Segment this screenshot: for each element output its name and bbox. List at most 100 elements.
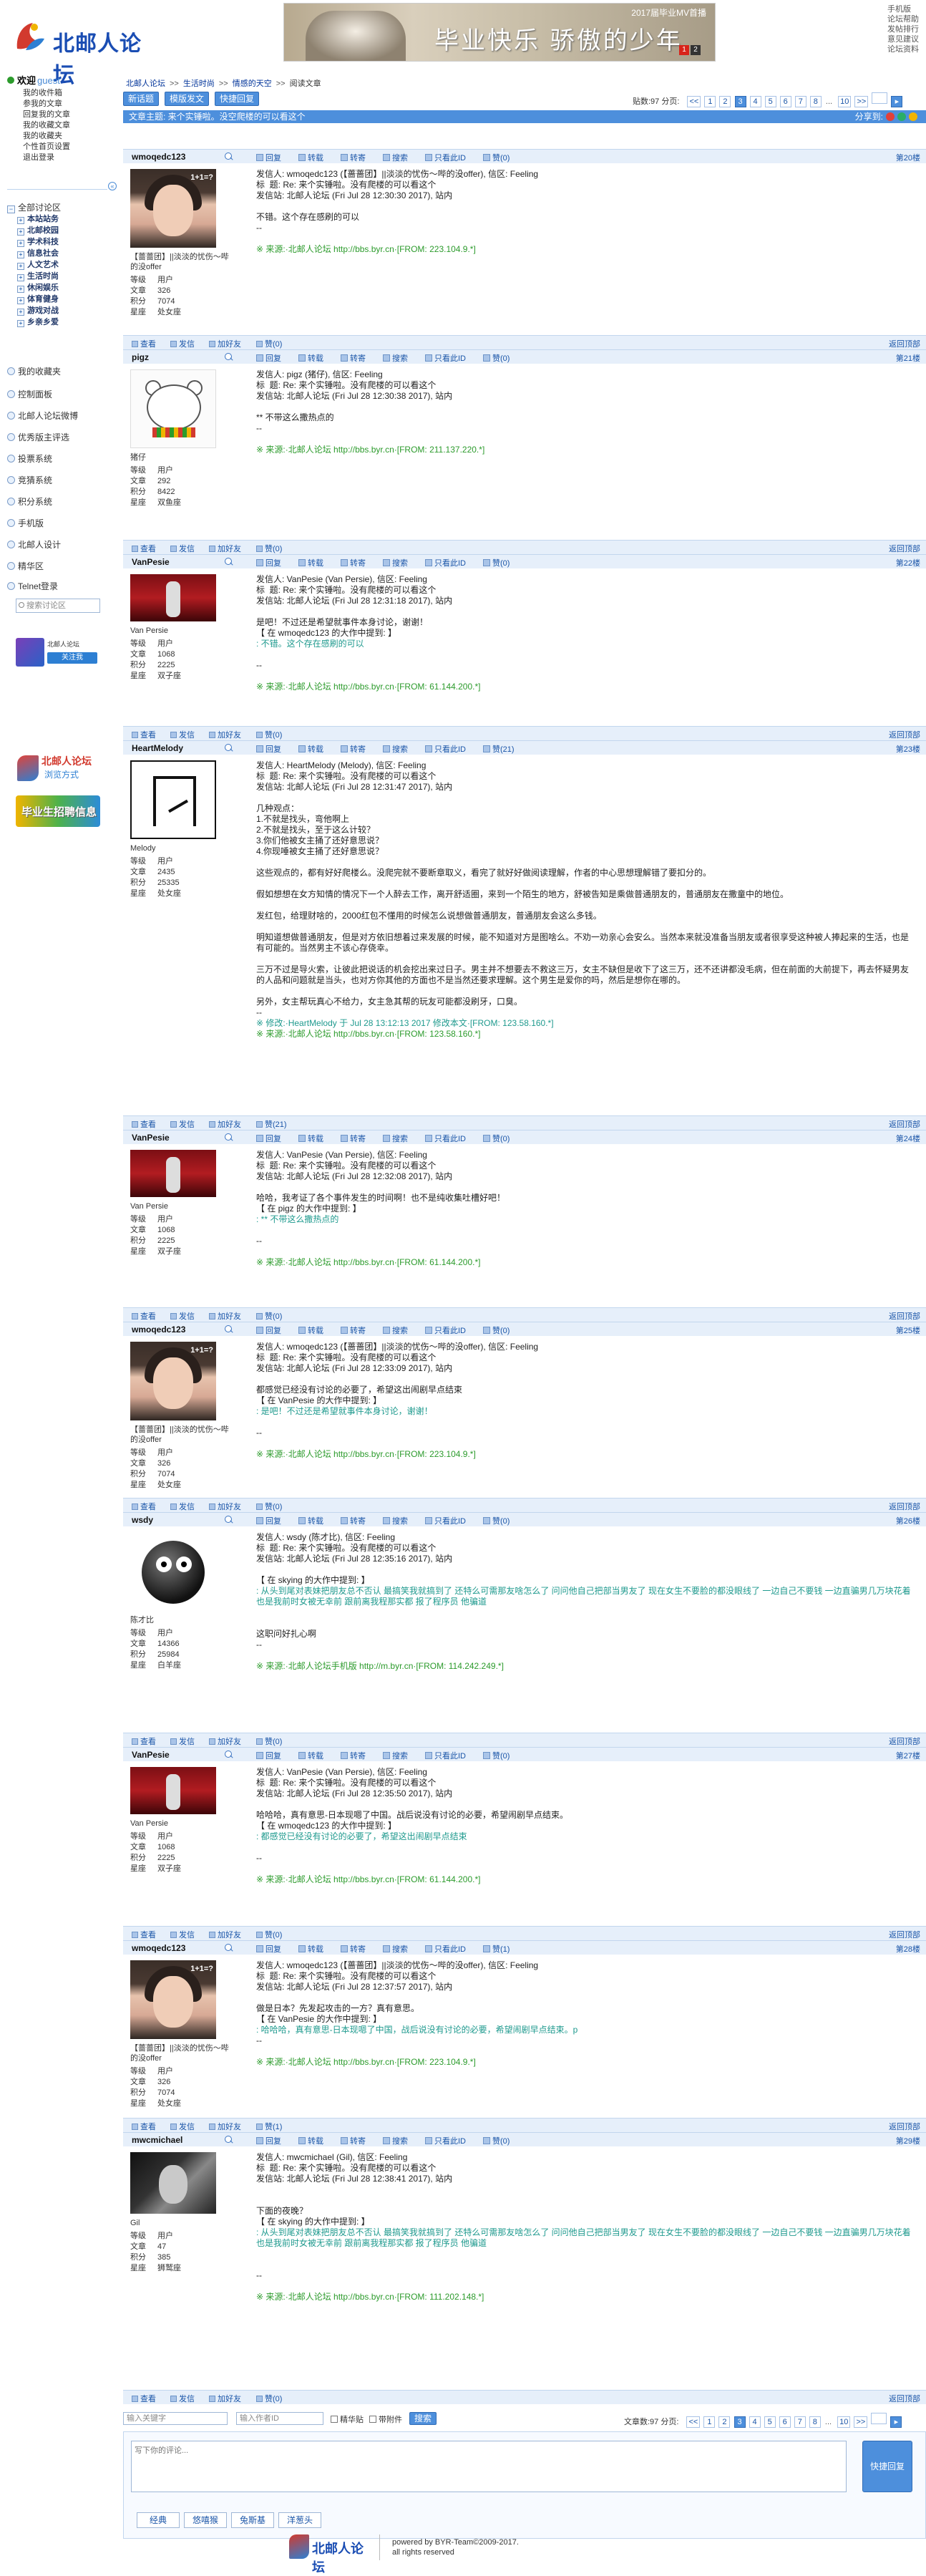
- search-button[interactable]: 搜索: [383, 1327, 416, 1335]
- add-friend-button[interactable]: 加好友: [209, 1931, 248, 1940]
- search-button[interactable]: 搜索: [383, 1517, 416, 1526]
- qzone-share-icon[interactable]: [909, 112, 917, 121]
- search-button[interactable]: 搜索: [409, 2412, 437, 2425]
- reply-button[interactable]: 回复: [256, 1327, 290, 1335]
- view-profile-button[interactable]: 查看: [132, 1120, 163, 1129]
- user-search-icon[interactable]: [225, 744, 232, 751]
- quick-reply-button[interactable]: 快捷回复: [215, 92, 260, 106]
- only-this-id-button[interactable]: 只看此ID: [425, 1945, 474, 1954]
- send-message-button[interactable]: 发信: [170, 340, 202, 349]
- board-search-input[interactable]: 搜索讨论区: [16, 599, 100, 613]
- add-friend-button[interactable]: 加好友: [209, 545, 248, 553]
- page-link[interactable]: 1: [703, 2416, 716, 2428]
- collapse-sidebar-icon[interactable]: «: [108, 182, 117, 190]
- forward-button[interactable]: 转寄: [341, 559, 374, 568]
- post-author[interactable]: VanPesie: [132, 557, 170, 567]
- view-profile-button[interactable]: 查看: [132, 2395, 163, 2403]
- reply-button[interactable]: 回复: [256, 354, 290, 363]
- search-button[interactable]: 搜索: [383, 354, 416, 363]
- like-button[interactable]: 赞(0): [256, 543, 282, 554]
- sidebar-item-guess[interactable]: 竞猜系统: [7, 474, 52, 486]
- send-message-button[interactable]: 发信: [170, 1738, 202, 1746]
- forward-button[interactable]: 转寄: [341, 354, 374, 363]
- banner-dot[interactable]: 1: [679, 45, 689, 55]
- user-search-icon[interactable]: [225, 1751, 232, 1758]
- weibo-share-icon[interactable]: [886, 112, 895, 121]
- author-search-input[interactable]: 输入作者ID: [236, 2412, 323, 2425]
- user-search-icon[interactable]: [225, 1944, 232, 1951]
- sidebar-item-moderator-vote[interactable]: 优秀版主评选: [7, 431, 69, 443]
- breadcrumb-item[interactable]: 生活时尚: [183, 79, 215, 88]
- template-post-button[interactable]: 模版发文: [165, 92, 210, 106]
- user-search-icon[interactable]: [225, 1325, 232, 1332]
- repost-button[interactable]: 转载: [298, 559, 332, 568]
- only-this-id-button[interactable]: 只看此ID: [425, 745, 474, 754]
- only-this-id-button[interactable]: 只看此ID: [425, 2137, 474, 2146]
- like-button[interactable]: 赞(0): [483, 2137, 518, 2146]
- reply-button[interactable]: 回复: [256, 154, 290, 163]
- breadcrumb-item[interactable]: 情感的天空: [233, 79, 272, 88]
- post-author[interactable]: VanPesie: [132, 1750, 170, 1760]
- sidebar-item-weibo[interactable]: 北邮人论坛微博: [7, 410, 78, 422]
- post-author[interactable]: wsdy: [132, 1515, 153, 1525]
- only-this-id-button[interactable]: 只看此ID: [425, 1327, 474, 1335]
- repost-button[interactable]: 转载: [298, 745, 332, 754]
- emoji-tab[interactable]: 悠嘻猴: [184, 2512, 227, 2528]
- like-button[interactable]: 赞(0): [256, 1929, 282, 1940]
- page-link[interactable]: 8: [809, 2416, 821, 2428]
- emoji-tab[interactable]: 洋葱头: [278, 2512, 321, 2528]
- floor-number[interactable]: 第28楼: [896, 1943, 920, 1955]
- floor-number[interactable]: 第26楼: [896, 1515, 920, 1526]
- board-section[interactable]: + 休闲娱乐: [17, 282, 114, 294]
- board-section[interactable]: + 学术科技: [17, 236, 114, 248]
- send-message-button[interactable]: 发信: [170, 1931, 202, 1940]
- board-section[interactable]: + 本站站务: [17, 213, 114, 225]
- only-this-id-button[interactable]: 只看此ID: [425, 1135, 474, 1143]
- sidebar-item-digest[interactable]: 精华区: [7, 560, 44, 572]
- page-link[interactable]: 4: [749, 96, 761, 107]
- sidebar-item-telnet[interactable]: Telnet登录: [7, 580, 58, 592]
- search-button[interactable]: 搜索: [383, 1945, 416, 1954]
- board-section[interactable]: + 人文艺术: [17, 259, 114, 271]
- user-link[interactable]: 回复我的文章: [23, 110, 123, 120]
- view-profile-button[interactable]: 查看: [132, 1738, 163, 1746]
- only-this-id-button[interactable]: 只看此ID: [425, 354, 474, 363]
- emoji-tab[interactable]: 经典: [137, 2512, 180, 2528]
- search-button[interactable]: 搜索: [383, 1135, 416, 1143]
- like-button[interactable]: 赞(0): [483, 1517, 518, 1526]
- only-this-id-button[interactable]: 只看此ID: [425, 559, 474, 568]
- search-button[interactable]: 搜索: [383, 154, 416, 163]
- page-link[interactable]: 2: [719, 96, 731, 107]
- send-message-button[interactable]: 发信: [170, 2123, 202, 2131]
- repost-button[interactable]: 转载: [298, 1135, 332, 1143]
- top-link[interactable]: 论坛资料: [887, 44, 926, 54]
- page-link[interactable]: 6: [779, 2416, 791, 2428]
- sidebar-item-favorites[interactable]: 我的收藏夹: [7, 365, 61, 377]
- board-section[interactable]: + 生活时尚: [17, 271, 114, 282]
- send-message-button[interactable]: 发信: [170, 1503, 202, 1511]
- repost-button[interactable]: 转载: [298, 2137, 332, 2146]
- page-link[interactable]: 5: [764, 96, 776, 107]
- page-link[interactable]: 8: [809, 96, 822, 107]
- user-link[interactable]: 我的收藏文章: [23, 120, 123, 131]
- add-friend-button[interactable]: 加好友: [209, 1503, 248, 1511]
- post-author[interactable]: wmoqedc123: [132, 152, 185, 162]
- board-section[interactable]: + 北邮校园: [17, 225, 114, 236]
- avatar[interactable]: [130, 1150, 216, 1197]
- back-to-top-link[interactable]: 返回顶部: [889, 338, 920, 349]
- page-link[interactable]: 5: [764, 2416, 776, 2428]
- post-author[interactable]: wmoqedc123: [132, 1325, 185, 1335]
- like-button[interactable]: 赞(0): [256, 1501, 282, 1512]
- board-section[interactable]: + 乡亲乡爱: [17, 316, 114, 328]
- sidebar-item-mobile[interactable]: 手机版: [7, 517, 44, 529]
- jobs-ad[interactable]: 毕业生招聘信息: [16, 795, 100, 827]
- browse-mode-ad[interactable]: 北邮人论坛 浏览方式: [16, 752, 100, 785]
- reply-button[interactable]: 回复: [256, 559, 290, 568]
- page-link[interactable]: 10: [838, 96, 852, 107]
- floor-number[interactable]: 第21楼: [896, 352, 920, 364]
- floor-number[interactable]: 第23楼: [896, 743, 920, 755]
- send-message-button[interactable]: 发信: [170, 1120, 202, 1129]
- floor-number[interactable]: 第22楼: [896, 557, 920, 568]
- like-button[interactable]: 赞(0): [256, 1310, 282, 1322]
- page-link[interactable]: 1: [704, 96, 716, 107]
